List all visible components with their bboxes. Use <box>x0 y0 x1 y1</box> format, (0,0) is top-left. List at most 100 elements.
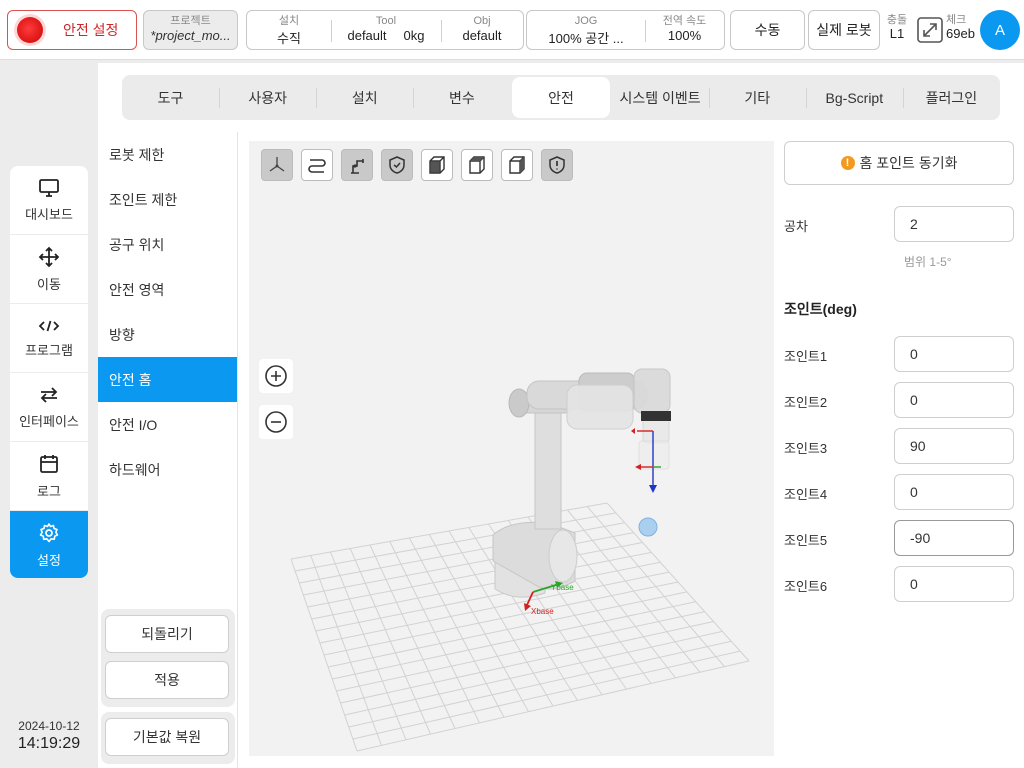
robot-3d-viewport[interactable]: Ybase Xbase <box>249 141 774 756</box>
main-navigation: 대시보드 이동 프로그램 인터페이스 로그 설정 <box>10 166 88 578</box>
tool-name: default <box>347 28 387 43</box>
jog-caption: JOG <box>574 15 598 27</box>
tool-value: default 0kg <box>331 28 441 43</box>
sync-home-point-button[interactable]: ! 홈 포인트 동기화 <box>784 141 1014 185</box>
real-robot-button[interactable]: 실제 로봇 <box>808 10 880 50</box>
sublist-safety-io[interactable]: 안전 I/O <box>98 402 237 447</box>
sync-home-point-label: 홈 포인트 동기화 <box>859 155 958 171</box>
settings-tabs: 도구 사용자 설치 변수 안전 시스템 이벤트 기타 Bg-Script 플러그… <box>122 75 1000 120</box>
tab-plugins[interactable]: 플러그인 <box>902 75 1000 120</box>
collision-value: L1 <box>889 26 905 41</box>
nav-dashboard[interactable]: 대시보드 <box>10 166 88 235</box>
tolerance-input[interactable]: 2 <box>894 206 1014 242</box>
apply-button[interactable]: 적용 <box>105 661 229 699</box>
tab-variables[interactable]: 변수 <box>413 75 510 120</box>
nav-settings-label: 설정 <box>37 553 61 568</box>
global-speed-caption: 전역 속도 <box>662 15 707 27</box>
jog-cell[interactable]: JOG 100% 공간 ... <box>527 11 645 49</box>
sublist-joint-limits[interactable]: 조인트 제한 <box>98 177 237 222</box>
project-selector[interactable]: 프로젝트 *project_mo... <box>143 10 238 50</box>
tab-bg-script[interactable]: Bg-Script <box>805 75 903 120</box>
joints-section-title: 조인트(deg) <box>784 301 857 317</box>
safety-home-sphere <box>638 517 658 537</box>
project-name: *project_mo... <box>150 28 231 43</box>
restore-defaults-button[interactable]: 기본값 복원 <box>105 718 229 756</box>
emergency-indicator-icon <box>17 17 43 43</box>
installation-tool-obj-group[interactable]: 설치 수직 Tool default 0kg Obj default <box>246 10 524 50</box>
joint2-label: 조인트2 <box>784 395 828 410</box>
tab-system-events[interactable]: 시스템 이벤트 <box>612 75 709 120</box>
top-bar: 안전 설정 프로젝트 *project_mo... 설치 수직 Tool def… <box>0 0 1024 60</box>
checksum-caption: 체크 <box>946 14 967 26</box>
joint1-input[interactable]: 0 <box>894 336 1014 372</box>
sublist-safety-zone[interactable]: 안전 영역 <box>98 267 237 312</box>
tool-payload: 0kg <box>403 28 425 43</box>
joint4-label: 조인트4 <box>784 487 828 502</box>
joint4-input[interactable]: 0 <box>894 474 1014 510</box>
current-time: 14:19:29 <box>17 735 81 752</box>
joint6-input[interactable]: 0 <box>894 566 1014 602</box>
current-date: 2024-10-12 <box>18 719 80 733</box>
checksum-value: 69eb <box>946 26 975 41</box>
sublist-tool-position[interactable]: 공구 위치 <box>98 222 237 267</box>
sublist-orientation[interactable]: 방향 <box>98 312 237 357</box>
tab-safety[interactable]: 안전 <box>512 77 610 118</box>
safety-settings-label: 안전 설정 <box>63 22 119 38</box>
joint5-label: 조인트5 <box>784 533 828 548</box>
collision-caption: 충돌 <box>886 14 908 26</box>
obj-cell[interactable]: Obj default <box>441 11 523 49</box>
obj-value: default <box>462 28 502 43</box>
nav-interface[interactable]: 인터페이스 <box>10 373 88 442</box>
nav-move[interactable]: 이동 <box>10 235 88 304</box>
joint2-input[interactable]: 0 <box>894 382 1014 418</box>
user-avatar[interactable]: A <box>980 10 1020 50</box>
move-icon <box>38 246 60 267</box>
nav-log[interactable]: 로그 <box>10 442 88 511</box>
nav-log-label: 로그 <box>37 483 61 499</box>
base-x-label: Xbase <box>531 607 554 616</box>
sublist-safety-home[interactable]: 안전 홈 <box>98 357 237 402</box>
robot-scene: Ybase Xbase <box>290 368 750 752</box>
safety-home-settings: ! 홈 포인트 동기화 공차 2 범위 1-5° 조인트(deg) 조인트1 0… <box>784 141 1024 756</box>
manual-mode-button[interactable]: 수동 <box>730 10 805 50</box>
joint6-label: 조인트6 <box>784 579 828 594</box>
sublist-robot-limits[interactable]: 로봇 제한 <box>98 132 237 177</box>
install-caption: 설치 <box>278 15 300 27</box>
install-cell[interactable]: 설치 수직 <box>247 11 331 49</box>
calendar-icon <box>40 454 58 473</box>
code-icon <box>38 320 60 331</box>
project-caption: 프로젝트 <box>170 15 211 27</box>
swap-icon <box>40 386 58 403</box>
jog-speed-group[interactable]: JOG 100% 공간 ... 전역 속도 100% <box>526 10 725 50</box>
revert-button[interactable]: 되돌리기 <box>105 615 229 653</box>
global-speed-cell[interactable]: 전역 속도 100% <box>645 11 724 49</box>
tool-cell[interactable]: Tool default 0kg <box>331 11 441 49</box>
jog-value: 100% 공간 ... <box>548 31 624 46</box>
joint5-input[interactable]: -90 <box>894 520 1014 556</box>
obj-caption: Obj <box>473 15 491 27</box>
tab-tool[interactable]: 도구 <box>122 75 219 120</box>
tab-user[interactable]: 사용자 <box>219 75 316 120</box>
nav-settings[interactable]: 설정 <box>10 511 88 578</box>
safety-settings-button[interactable]: 안전 설정 <box>7 10 137 50</box>
joint3-label: 조인트3 <box>784 441 828 456</box>
settings-panel: 도구 사용자 설치 변수 안전 시스템 이벤트 기타 Bg-Script 플러그… <box>98 63 1024 768</box>
collision-level: 충돌 L1 <box>884 13 910 41</box>
nav-move-label: 이동 <box>37 276 61 292</box>
fullscreen-icon[interactable] <box>916 16 944 44</box>
install-value: 수직 <box>277 31 301 46</box>
nav-program-label: 프로그램 <box>25 342 73 358</box>
joint3-input[interactable]: 90 <box>894 428 1014 464</box>
monitor-icon <box>39 178 59 197</box>
tab-other[interactable]: 기타 <box>708 75 806 120</box>
global-speed-value: 100% <box>667 28 702 43</box>
sublist-hardware[interactable]: 하드웨어 <box>98 447 237 492</box>
robot-upper-arm <box>508 388 576 530</box>
clock: 2024-10-12 14:19:29 <box>10 719 88 753</box>
joint1-label: 조인트1 <box>784 349 828 364</box>
base-y-label: Ybase <box>551 583 574 592</box>
tab-installation[interactable]: 설치 <box>316 75 413 120</box>
nav-interface-label: 인터페이스 <box>19 413 79 429</box>
nav-program[interactable]: 프로그램 <box>10 304 88 373</box>
safety-sublist: 로봇 제한 조인트 제한 공구 위치 안전 영역 방향 안전 홈 안전 I/O … <box>98 132 238 768</box>
